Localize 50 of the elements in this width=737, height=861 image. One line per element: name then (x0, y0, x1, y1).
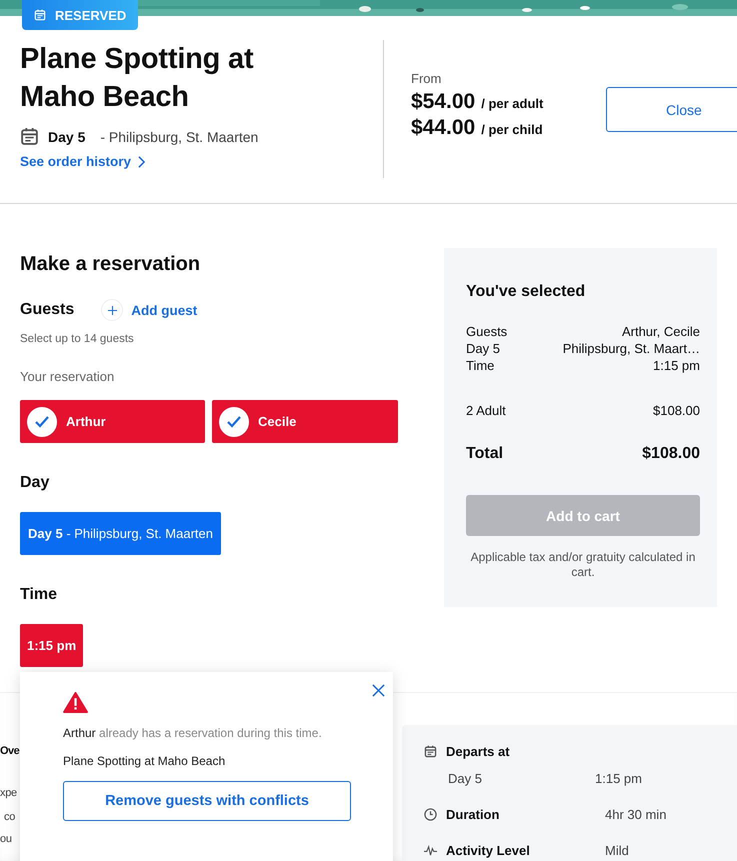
price: $54.00 (411, 90, 476, 114)
overview-text: xpe (0, 787, 17, 799)
add-guest-link[interactable]: Add guest (101, 299, 198, 321)
detail-label: Duration (446, 806, 500, 822)
guest-name: Cecile (258, 414, 296, 429)
summary-value: 1:15 pm (653, 357, 700, 374)
conflict-message: Arthur already has a reservation during this time. (63, 726, 323, 741)
summary-value: $108.00 (653, 403, 700, 418)
total-value: $108.00 (642, 445, 700, 463)
guests-heading: Guests (20, 300, 74, 320)
tax-note: Applicable tax and/or gratuity calculated in cart. (470, 550, 696, 580)
summary-label: Day 5 (466, 340, 500, 357)
overview-text: co (4, 811, 16, 823)
summary-label: Time (466, 357, 494, 374)
summary-heading: You've selected (466, 283, 586, 301)
detail-value: 4hr 30 min (605, 806, 666, 822)
summary-label: Guests (466, 323, 508, 340)
subheading: Your reservation (20, 369, 116, 384)
detail-value: Day 5 (448, 770, 483, 786)
overview-heading: Ove (0, 745, 20, 757)
time-option[interactable]: 1:15 pm (20, 624, 84, 667)
guest-chip[interactable]: Arthur (20, 400, 205, 443)
close-button[interactable]: Close (606, 87, 737, 132)
section-heading: Make a reservation (20, 252, 202, 277)
activity-name: Plane Spotting at Maho Beach (63, 754, 226, 768)
overview-text: ou (0, 833, 12, 845)
day-label: Day 5 (48, 128, 86, 144)
price-unit: / per adult (481, 95, 544, 113)
port-label: - Philipsburg, St. Maarten (100, 128, 258, 144)
remove-conflicts-button[interactable]: Remove guests with conflicts (63, 781, 351, 821)
detail-value: 1:15 pm (595, 770, 642, 786)
detail-label: Activity Level (446, 842, 531, 858)
price: $44.00 (411, 116, 476, 140)
activity-title: Plane Spotting at Maho Beach (20, 42, 254, 115)
day-option[interactable]: Day 5 - Philipsburg, St. Maarten (20, 512, 221, 555)
order-history-link[interactable]: See order history (20, 154, 146, 169)
day-heading: Day (20, 473, 50, 493)
summary-label: 2 Adult (466, 403, 506, 418)
detail-label: Departs at (446, 744, 510, 758)
guest-chip[interactable]: Cecile (212, 400, 398, 443)
hint-text: Select up to 14 guests (20, 333, 135, 345)
summary-value: Arthur, Cecile (622, 323, 700, 340)
summary-value: Philipsburg, St. Maart… (562, 340, 700, 357)
total-label: Total (466, 445, 504, 463)
detail-value: Mild (605, 842, 629, 858)
from-label: From (411, 71, 442, 86)
time-heading: Time (20, 585, 58, 605)
price-unit: / per child (481, 121, 543, 139)
guest-name: Arthur (66, 414, 106, 429)
reserved-badge: RESERVED (22, 0, 138, 30)
